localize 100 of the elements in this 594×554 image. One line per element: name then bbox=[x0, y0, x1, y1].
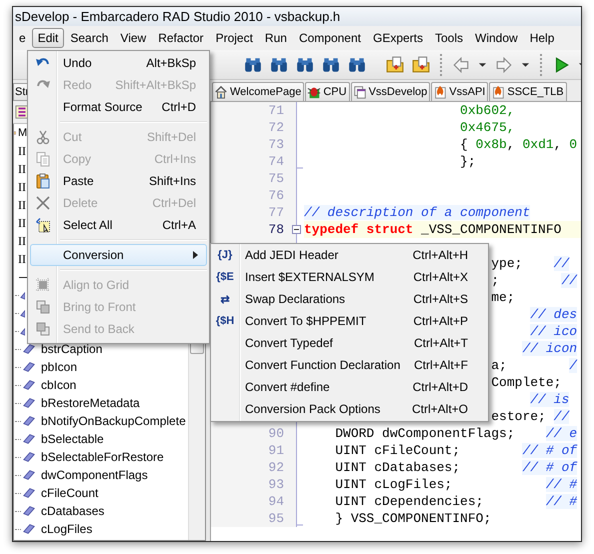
menu-item[interactable]: Select All Ctrl+A bbox=[30, 214, 207, 236]
align-grid-icon bbox=[35, 277, 51, 293]
code-line: { 0x8b, 0xd1, 0 bbox=[460, 137, 578, 152]
scissors-icon bbox=[35, 129, 51, 145]
line-number: 74 bbox=[211, 153, 296, 170]
menu-item[interactable]: Edit bbox=[32, 28, 64, 48]
shortcut-text: Ctrl+Alt+O bbox=[412, 402, 469, 416]
tree-item[interactable]: II bbox=[18, 252, 26, 266]
code-line: Complete; bbox=[491, 375, 562, 390]
line-number: 73 bbox=[211, 136, 296, 153]
code-line: UINT cDependencies; // # bbox=[335, 494, 578, 509]
tree-item[interactable]: M bbox=[18, 127, 28, 139]
shortcut-text: Ctrl+Alt+H bbox=[412, 248, 469, 262]
tree-item[interactable]: bstrCaption bbox=[36, 342, 102, 356]
house-icon bbox=[214, 85, 228, 99]
menu-item[interactable]: Search bbox=[64, 28, 114, 48]
tree-item[interactable]: II bbox=[18, 198, 26, 212]
shortcut-text: Ctrl+Alt+F bbox=[414, 358, 469, 372]
editor-tab[interactable]: CPU bbox=[305, 82, 350, 101]
dropdown-arrow-icon[interactable] bbox=[521, 62, 530, 68]
line-number: 90 bbox=[211, 425, 296, 442]
code-line: ; // bbox=[491, 273, 578, 288]
window-title: sDevelop - Embarcadero RAD Studio 2010 - vsbackup.h bbox=[15, 9, 340, 24]
menu-item[interactable]: Component bbox=[292, 28, 367, 48]
code-line: estore; // bbox=[491, 409, 570, 424]
binoculars-icon[interactable] bbox=[270, 56, 288, 74]
tree-item[interactable]: bRestoreMetadata bbox=[36, 396, 140, 410]
shortcut-text: Shift+Alt+BkSp bbox=[115, 78, 197, 92]
tree-item[interactable]: cLogFiles bbox=[36, 522, 92, 536]
menu-item[interactable]: e bbox=[13, 28, 32, 48]
menu-item[interactable]: View bbox=[114, 28, 152, 48]
editor-tab[interactable]: SSCE_TLB bbox=[489, 82, 567, 101]
binoculars-icon[interactable] bbox=[348, 56, 366, 74]
cross-icon bbox=[35, 195, 51, 211]
tree-item[interactable]: II bbox=[18, 180, 26, 194]
tree-item[interactable]: dwComponentFlags bbox=[36, 468, 148, 482]
menu-item[interactable]: Project bbox=[210, 28, 259, 48]
line-number: 71 bbox=[211, 102, 296, 119]
tree-item[interactable]: cDatabases bbox=[36, 504, 104, 518]
structure-icon[interactable] bbox=[15, 105, 29, 119]
line-number: 93 bbox=[211, 476, 296, 493]
tree-item[interactable]: II bbox=[18, 216, 26, 230]
menu-item[interactable]: ⇄ Swap Declarations Ctrl+Alt+S bbox=[211, 288, 488, 310]
line-number: 78 bbox=[211, 221, 296, 238]
line-number: 76 bbox=[211, 187, 296, 204]
tree-item[interactable]: bNotifyOnBackupComplete bbox=[36, 414, 186, 428]
stacked-squares-icon bbox=[35, 321, 51, 337]
menu-item[interactable]: Convert Typedef Ctrl+Alt+T bbox=[211, 332, 488, 354]
menu-item[interactable]: Window bbox=[469, 28, 524, 48]
menu-item[interactable]: Refactor bbox=[152, 28, 210, 48]
editor-tab[interactable]: VssAPI bbox=[431, 82, 488, 101]
binoculars-icon[interactable] bbox=[322, 56, 340, 74]
menu-item[interactable]: Conversion bbox=[30, 244, 207, 266]
code-line: 0x4675, bbox=[460, 120, 515, 135]
glyph-icon: {$E bbox=[216, 271, 234, 283]
line-number: 77 bbox=[211, 204, 296, 221]
menu-item[interactable]: Convert Function Declaration Ctrl+Alt+F bbox=[211, 354, 488, 376]
menu-item[interactable]: Conversion Pack Options Ctrl+Alt+O bbox=[211, 398, 488, 420]
folder-icon[interactable] bbox=[386, 56, 404, 74]
tree-item[interactable]: II bbox=[18, 144, 26, 158]
code-line: ype; // bbox=[491, 256, 570, 271]
menu-item[interactable]: {$H Convert To $HPPEMIT Ctrl+Alt+P bbox=[211, 310, 488, 332]
shortcut-text: Shift+Ins bbox=[148, 174, 197, 188]
binoculars-icon[interactable] bbox=[244, 56, 262, 74]
tree-item[interactable]: cbIcon bbox=[36, 378, 76, 392]
menu-item[interactable]: Tools bbox=[429, 28, 470, 48]
tree-item[interactable]: cFileCount bbox=[36, 486, 98, 500]
left-arrow-icon[interactable] bbox=[452, 56, 470, 74]
shortcut-text: Ctrl+Alt+T bbox=[414, 336, 469, 350]
glyph-icon: {J} bbox=[218, 249, 232, 261]
menu-item[interactable]: Run bbox=[258, 28, 293, 48]
line-number: 72 bbox=[211, 119, 296, 136]
glyph-icon: {$H bbox=[216, 315, 234, 327]
line-number: 75 bbox=[211, 170, 296, 187]
tree-item[interactable]: II bbox=[18, 234, 26, 248]
line-number: 91 bbox=[211, 442, 296, 459]
tree-item[interactable]: bSelectable bbox=[36, 432, 104, 446]
glyph-icon: ⇄ bbox=[220, 294, 230, 306]
shortcut-text: Alt+BkSp bbox=[146, 56, 197, 70]
tree-item[interactable]: pbIcon bbox=[36, 360, 78, 374]
menu-item[interactable]: Format Source Ctrl+D bbox=[30, 96, 207, 118]
menu-item[interactable]: Paste Shift+Ins bbox=[30, 170, 207, 192]
select-all-icon bbox=[35, 217, 51, 233]
collapse-box-icon[interactable] bbox=[292, 225, 301, 234]
menu-item[interactable]: {J} Add JEDI Header Ctrl+Alt+H bbox=[211, 244, 488, 266]
dropdown-arrow-icon[interactable] bbox=[478, 62, 487, 68]
folder-icon[interactable] bbox=[412, 56, 430, 74]
editor-tab[interactable]: VssDevelop bbox=[350, 82, 430, 101]
menu-item[interactable]: {$E Insert $EXTERNALSYM Ctrl+Alt+X bbox=[211, 266, 488, 288]
shortcut-text: Ctrl+Alt+X bbox=[413, 270, 469, 284]
editor-tab[interactable]: WelcomePage bbox=[212, 82, 304, 101]
binoculars-icon[interactable] bbox=[296, 56, 314, 74]
shortcut-text: Shift+Del bbox=[146, 130, 197, 144]
menu-item[interactable]: GExperts bbox=[366, 28, 429, 48]
shortcut-text: Ctrl+Del bbox=[152, 196, 197, 210]
tree-item[interactable]: bSelectableForRestore bbox=[36, 450, 164, 464]
right-arrow-icon[interactable] bbox=[495, 56, 513, 74]
tree-item[interactable]: II bbox=[18, 162, 26, 176]
menu-item[interactable]: Convert #define Ctrl+Alt+D bbox=[211, 376, 488, 398]
menu-item[interactable]: Help bbox=[524, 28, 560, 48]
